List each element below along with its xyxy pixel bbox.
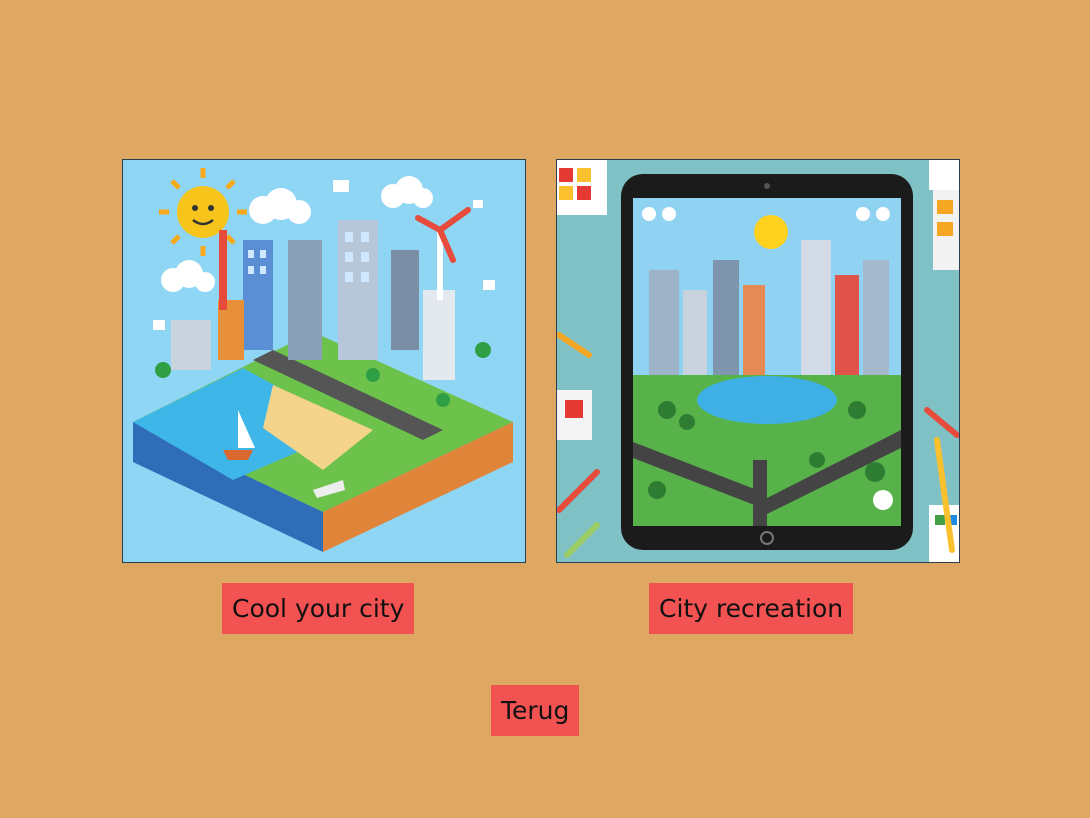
menu-screen: Cool your city City recreation Terug <box>0 0 1090 818</box>
city-recreation-image[interactable] <box>556 159 960 563</box>
cool-your-city-image[interactable] <box>122 159 526 563</box>
cool-your-city-button[interactable]: Cool your city <box>222 583 415 634</box>
city-recreation-button[interactable]: City recreation <box>649 583 854 634</box>
isometric-city-illustration <box>123 160 525 562</box>
tablet-city-illustration <box>557 160 959 562</box>
back-button[interactable]: Terug <box>491 685 580 736</box>
